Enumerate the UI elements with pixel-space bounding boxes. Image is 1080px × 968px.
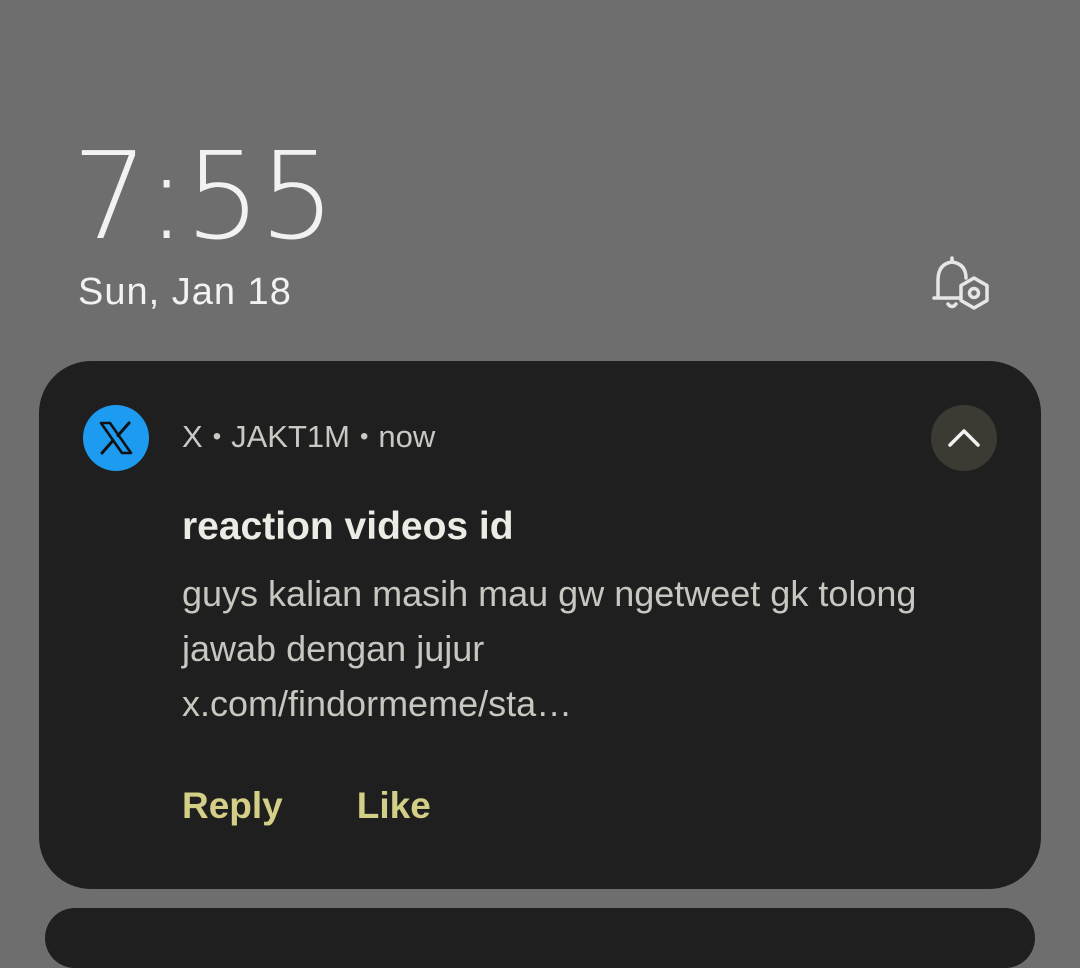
account-name: JAKT1M <box>231 419 350 454</box>
body-line-link: x.com/findormeme/sta… <box>182 683 573 724</box>
notification-header: X • JAKT1M • now <box>182 417 435 457</box>
separator: • <box>359 423 369 450</box>
expand-button[interactable] <box>931 405 997 471</box>
next-notification-card[interactable] <box>45 908 1035 968</box>
body-line: guys kalian masih mau gw ngetweet gk tol… <box>182 573 917 614</box>
lockscreen-date: Sun, Jan 18 <box>78 271 292 313</box>
chevron-up-icon <box>948 429 980 447</box>
bell-settings-icon[interactable] <box>928 254 994 314</box>
notification-body: guys kalian masih mau gw ngetweet gk tol… <box>182 566 1012 731</box>
x-logo-icon <box>83 405 149 471</box>
app-name: X <box>182 419 203 454</box>
body-line: jawab dengan jujur <box>182 628 485 669</box>
timestamp: now <box>378 419 436 454</box>
notification-actions: Reply Like <box>182 783 431 829</box>
notification-title: reaction videos id <box>182 505 514 548</box>
separator: • <box>212 423 222 450</box>
reply-button[interactable]: Reply <box>182 783 283 829</box>
notification-card[interactable]: X • JAKT1M • now reaction videos id guys kal… <box>39 361 1041 889</box>
like-button[interactable]: Like <box>357 783 431 829</box>
lockscreen-clock: 7:55 <box>72 128 335 267</box>
